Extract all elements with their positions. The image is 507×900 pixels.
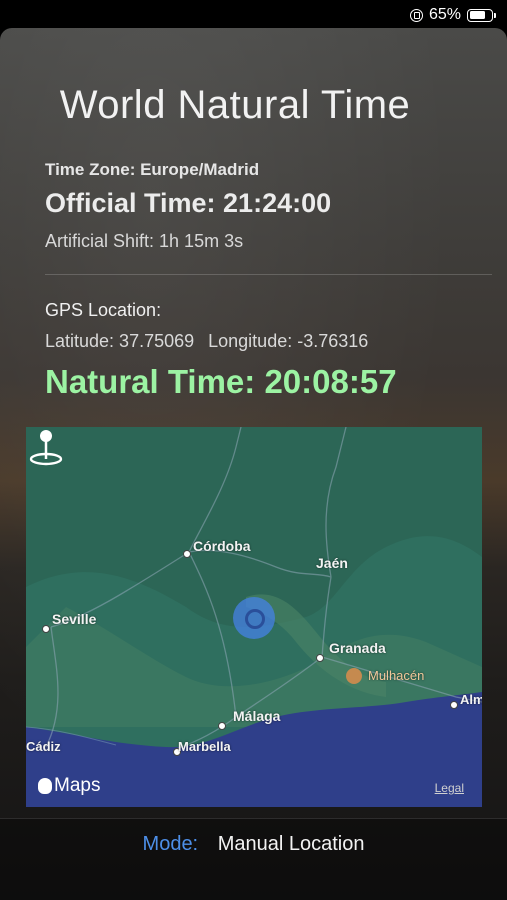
city-label-cordoba[interactable]: Córdoba [193,538,251,554]
battery-percentage: 65% [428,6,461,23]
apple-logo-icon [38,778,52,794]
artificial-shift: Artificial Shift: 1h 15m 3s [45,231,244,251]
mountain-icon [346,668,362,684]
time-zone-label: Time Zone: Europe/Madrid [45,160,260,179]
latitude-value: Latitude: 37.75069 [45,331,195,351]
natural-time: Natural Time: 20:08:57 [45,363,397,400]
mode-bar: Mode: Manual Location [0,818,507,900]
location-pin-icon[interactable] [26,427,66,467]
maps-attribution: Maps [38,775,100,797]
location-map[interactable]: Córdoba Jaén Seville Granada Málaga Marb… [26,427,482,807]
mode-selector[interactable]: Mode: Manual Location [0,833,507,856]
divider [45,274,492,275]
page-title: World Natural Time [59,83,411,127]
landmark-label-mulhacen[interactable]: Mulhacén [368,668,424,683]
city-label-marbella[interactable]: Marbella [178,739,231,754]
city-dot [183,550,191,558]
official-time: Official Time: 21:24:00 [45,188,332,218]
longitude-value: Longitude: -3.76316 [208,331,369,351]
city-label-granada[interactable]: Granada [329,640,386,656]
main-sheet: World Natural Time Time Zone: Europe/Mad… [0,28,507,900]
city-label-malaga[interactable]: Málaga [233,708,280,724]
battery-icon [467,8,496,22]
city-dot [218,722,226,730]
coordinates: Latitude: 37.75069 Longitude: -3.76316 [45,331,368,352]
city-label-almeria[interactable]: Almería [460,692,482,707]
current-location-icon[interactable] [233,597,275,639]
orientation-lock-icon [409,8,423,22]
maps-brand-label: Maps [54,775,101,796]
city-label-seville[interactable]: Seville [52,611,96,627]
city-label-cadiz[interactable]: Cádiz [26,739,61,754]
legal-link[interactable]: Legal [435,781,464,795]
city-dot [316,654,324,662]
gps-heading: GPS Location: [45,300,162,320]
status-indicators: 65% [409,6,496,24]
mode-value[interactable]: Manual Location [218,833,365,855]
mode-label: Mode: [142,833,199,855]
city-dot [42,625,50,633]
city-dot [450,701,458,709]
city-label-jaen[interactable]: Jaén [316,555,348,571]
status-bar: 65% [0,0,507,30]
